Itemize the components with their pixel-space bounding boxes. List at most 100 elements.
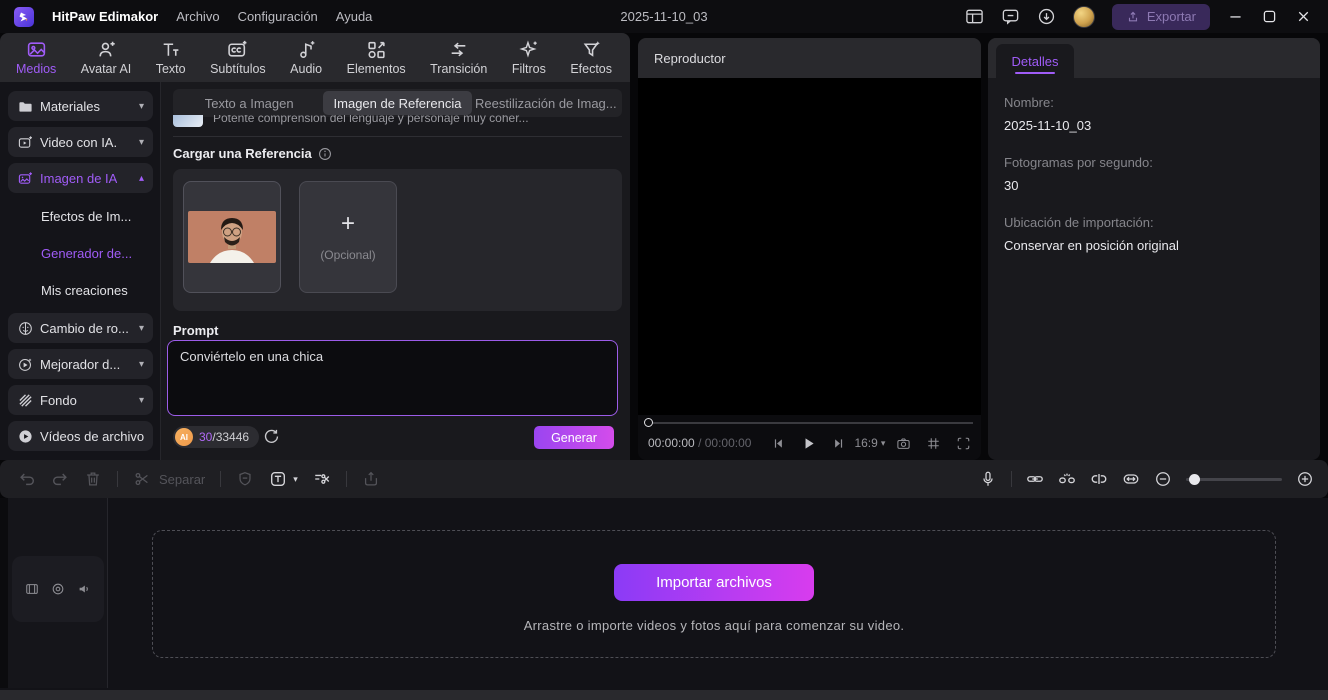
seek-handle[interactable]: [644, 418, 653, 427]
chevron-down-icon: ▾: [880, 437, 886, 448]
filmstrip-icon[interactable]: [25, 582, 39, 596]
ribbon-tab-audio[interactable]: Audio: [290, 39, 322, 76]
next-frame-icon[interactable]: [831, 436, 846, 451]
sidebar-item-label: Mejorador d...: [40, 356, 121, 372]
audio-icon: [296, 39, 317, 60]
sidebar-subitem-generador-de-imagen[interactable]: Generador de...: [8, 239, 152, 267]
chevron-down-icon[interactable]: ▾: [293, 474, 298, 485]
tab-texto-a-imagen[interactable]: Texto a Imagen: [175, 91, 323, 115]
sidebar-subitem-label: Efectos de Im...: [41, 208, 132, 224]
import-dropzone[interactable]: Importar archivos Arrastre o importe vid…: [152, 530, 1276, 658]
ribbon-tab-texto[interactable]: Texto: [156, 39, 186, 76]
chevron-up-icon: ▴: [138, 172, 144, 184]
import-files-button[interactable]: Importar archivos: [614, 564, 814, 601]
reference-image-card[interactable]: [183, 181, 281, 293]
link-icon[interactable]: [1026, 470, 1044, 488]
sidebar-subitem-efectos-de-imagen[interactable]: Efectos de Im...: [8, 202, 152, 230]
zoom-in-icon[interactable]: [1296, 470, 1314, 488]
tab-imagen-de-referencia[interactable]: Imagen de Referencia: [323, 91, 472, 115]
fullscreen-icon[interactable]: [956, 436, 971, 451]
optional-label: (Opcional): [320, 248, 376, 262]
refresh-icon[interactable]: [263, 428, 280, 445]
video-viewport[interactable]: [638, 78, 981, 415]
fit-timeline-icon[interactable]: [1122, 470, 1140, 488]
info-icon[interactable]: [318, 147, 332, 161]
grid-icon[interactable]: [926, 436, 941, 451]
text-tool-icon[interactable]: [269, 470, 287, 488]
sidebar-item-fondo[interactable]: Fondo ▾: [8, 385, 153, 415]
char-count: 30: [199, 430, 213, 444]
sidebar-item-imagen-de-ia[interactable]: Imagen de IA ▴: [8, 163, 153, 193]
ai-video-icon: [18, 135, 33, 150]
sidebar-item-materiales[interactable]: Materiales ▾: [8, 91, 153, 121]
chevron-down-icon: ▾: [138, 394, 144, 406]
aspect-ratio-selector[interactable]: 16:9 ▾: [854, 436, 885, 450]
sidebar-item-label: Cambio de ro...: [40, 320, 129, 336]
seek-bar[interactable]: [648, 422, 973, 424]
ribbon-tab-subtitulos[interactable]: Subtítulos: [210, 39, 266, 76]
menu-archivo[interactable]: Archivo: [176, 9, 219, 24]
minimize-button[interactable]: [1227, 8, 1244, 25]
effects-icon: [581, 39, 602, 60]
timeline-zoom-slider[interactable]: [1186, 473, 1282, 485]
previous-frame-icon[interactable]: [771, 436, 786, 451]
subtitles-icon: [227, 39, 248, 60]
ribbon-tab-efectos[interactable]: Efectos: [570, 39, 612, 76]
layout-panels-icon[interactable]: [965, 7, 984, 26]
auto-cut-icon[interactable]: [313, 470, 331, 488]
zoom-slider-handle[interactable]: [1189, 473, 1200, 485]
sidebar-item-cambio-de-rostro[interactable]: Cambio de ro... ▾: [8, 313, 153, 343]
break-link-icon[interactable]: [1058, 470, 1076, 488]
horizontal-scrollbar[interactable]: [0, 690, 1328, 700]
sidebar-item-mejorador-de-video[interactable]: Mejorador d... ▾: [8, 349, 153, 379]
user-avatar[interactable]: [1072, 5, 1095, 28]
detail-field-fps: Fotogramas por segundo: 30: [1004, 155, 1304, 193]
record-voice-icon[interactable]: [979, 470, 997, 488]
sidebar-item-videos-de-archivo[interactable]: Vídeos de archivo: [8, 421, 153, 451]
close-button[interactable]: [1295, 8, 1312, 25]
unlink-icon[interactable]: [1090, 470, 1108, 488]
shield-marker-icon[interactable]: [236, 470, 254, 488]
generate-button[interactable]: Generar: [534, 426, 614, 449]
export-button[interactable]: Exportar: [1111, 3, 1210, 30]
delete-icon[interactable]: [84, 470, 102, 488]
optional-upload-card[interactable]: + (Opcional): [299, 181, 397, 293]
sidebar-subitem-mis-creaciones[interactable]: Mis creaciones: [8, 276, 152, 304]
reference-upload-box: + (Opcional): [173, 169, 622, 311]
detail-field-nombre: Nombre: 2025-11-10_03: [1004, 95, 1304, 133]
split-scissors-icon[interactable]: [133, 470, 151, 488]
ribbon-tab-label: Audio: [290, 62, 323, 76]
export-clip-icon[interactable]: [362, 470, 380, 488]
ribbon-tab-filtros[interactable]: Filtros: [512, 39, 546, 76]
sidebar-item-label: Video con IA.: [40, 134, 118, 150]
ribbon-tab-medios[interactable]: Medios: [16, 39, 56, 76]
play-icon[interactable]: [800, 435, 817, 452]
undo-icon[interactable]: [18, 470, 36, 488]
menu-configuracion[interactable]: Configuración: [238, 9, 318, 24]
snapshot-icon[interactable]: [896, 436, 911, 451]
ribbon-tab-avatar-ai[interactable]: Avatar AI: [81, 39, 131, 76]
ribbon-tab-elementos[interactable]: Elementos: [347, 39, 406, 76]
track-audio-icon[interactable]: [77, 582, 91, 596]
sidebar-item-label: Fondo: [40, 392, 77, 408]
tab-detalles[interactable]: Detalles: [996, 44, 1074, 78]
ribbon: Medios Avatar AI Texto Subtítulos Audio …: [0, 33, 630, 82]
detail-label: Ubicación de importación:: [1004, 215, 1154, 230]
split-label[interactable]: Separar: [159, 472, 205, 487]
tab-reestilizacion-de-imagen[interactable]: Reestilización de Imag...: [472, 91, 620, 115]
sidebar-item-video-con-ia[interactable]: Video con IA. ▾: [8, 127, 153, 157]
feedback-icon[interactable]: [1001, 7, 1020, 26]
ribbon-tab-label: Elementos: [346, 62, 406, 76]
prompt-box: Conviértelo en una chica: [167, 340, 618, 416]
ribbon-tab-transicion[interactable]: Transición: [430, 39, 487, 76]
sidebar-item-label: Imagen de IA: [40, 170, 118, 186]
track-visibility-icon[interactable]: [51, 582, 65, 596]
maximize-button[interactable]: [1261, 8, 1278, 25]
menu-ayuda[interactable]: Ayuda: [336, 9, 373, 24]
track-header-column: [8, 498, 108, 688]
download-icon[interactable]: [1037, 7, 1056, 26]
zoom-out-icon[interactable]: [1154, 470, 1172, 488]
prompt-input[interactable]: Conviértelo en una chica: [168, 341, 617, 415]
redo-icon[interactable]: [51, 470, 69, 488]
model-row[interactable]: Potente comprensión del lenguaje y perso…: [173, 115, 622, 137]
